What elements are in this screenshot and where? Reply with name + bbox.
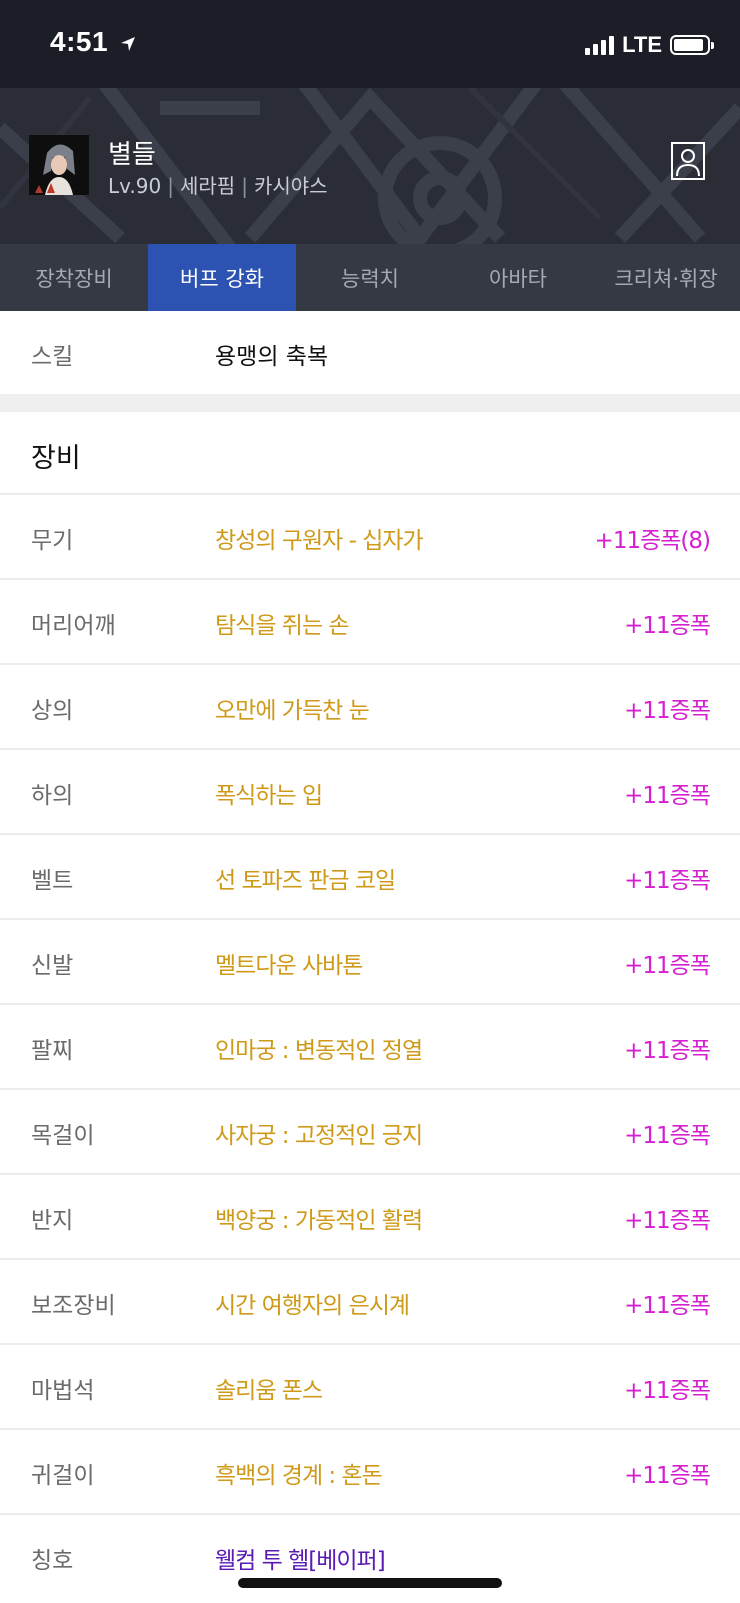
list-item[interactable]: 귀걸이 흑백의 경계 : 혼돈 +11증폭 <box>0 1430 740 1515</box>
character-server: 카시야스 <box>253 174 328 198</box>
equip-slot-label: 무기 <box>31 528 74 554</box>
list-item[interactable]: 반지 백양궁 : 가동적인 활력 +11증폭 <box>0 1175 740 1260</box>
equip-enhance-level: +11증폭 <box>624 1293 711 1319</box>
skill-label: 스킬 <box>31 344 74 370</box>
section-title: 장비 <box>31 443 81 474</box>
equip-enhance-level: +11증폭 <box>624 613 711 639</box>
equip-item-name: 멜트다운 사바톤 <box>215 953 363 979</box>
equip-item-name: 창성의 구원자 - 십자가 <box>215 528 424 554</box>
equip-slot-label: 신발 <box>31 953 74 979</box>
equip-item-name: 탐식을 쥐는 손 <box>215 613 350 639</box>
equip-item-name: 솔리움 폰스 <box>215 1378 323 1404</box>
home-indicator[interactable] <box>238 1578 502 1588</box>
equip-slot-label: 마법석 <box>31 1378 95 1404</box>
person-icon-button[interactable] <box>671 142 705 180</box>
equip-slot-label: 머리어깨 <box>31 613 116 639</box>
character-header: 별들 Lv.90 | 세라핌 | 카시야스 <box>0 88 740 244</box>
equip-enhance-level: +11증폭 <box>624 783 711 809</box>
meta-separator: | <box>167 174 174 198</box>
tab-equipment[interactable]: 장착장비 <box>0 244 148 311</box>
equip-slot-label: 보조장비 <box>31 1293 116 1319</box>
tab-avatar[interactable]: 아바타 <box>444 244 592 311</box>
section-divider <box>0 394 740 412</box>
tab-bar: 장착장비 버프 강화 능력치 아바타 크리쳐·휘장 <box>0 244 740 311</box>
equip-enhance-level: +11증폭 <box>624 698 711 724</box>
equip-slot-label: 귀걸이 <box>31 1463 95 1489</box>
equip-enhance-level: +11증폭(8) <box>594 528 711 554</box>
list-item[interactable]: 팔찌 인마궁 : 변동적인 정열 +11증폭 <box>0 1005 740 1090</box>
cell-signal-icon <box>585 35 615 55</box>
equip-item-name: 사자궁 : 고정적인 긍지 <box>215 1123 423 1149</box>
list-item[interactable]: 신발 멜트다운 사바톤 +11증폭 <box>0 920 740 1005</box>
status-time: 4:51 <box>50 26 109 57</box>
equip-item-name: 선 토파즈 판금 코일 <box>215 868 396 894</box>
equip-enhance-level: +11증폭 <box>624 1038 711 1064</box>
battery-level-fill <box>674 39 703 51</box>
equip-enhance-level: +11증폭 <box>624 868 711 894</box>
avatar[interactable] <box>29 135 89 195</box>
equipment-list: 무기 창성의 구원자 - 십자가 +11증폭(8) 머리어깨 탐식을 쥐는 손 … <box>0 495 740 1600</box>
tab-buff-enhance[interactable]: 버프 강화 <box>148 244 296 311</box>
equipment-section-header: 장비 <box>0 412 740 495</box>
equip-slot-label: 목걸이 <box>31 1123 95 1149</box>
list-item[interactable]: 목걸이 사자궁 : 고정적인 긍지 +11증폭 <box>0 1090 740 1175</box>
list-item[interactable]: 머리어깨 탐식을 쥐는 손 +11증폭 <box>0 580 740 665</box>
battery-icon <box>670 35 714 55</box>
network-type: LTE <box>622 32 662 57</box>
equip-item-name: 백양궁 : 가동적인 활력 <box>215 1208 423 1234</box>
equip-item-name: 폭식하는 입 <box>215 783 323 809</box>
character-name: 별들 <box>108 140 156 170</box>
equip-enhance-level: +11증폭 <box>624 1463 711 1489</box>
list-item[interactable]: 벨트 선 토파즈 판금 코일 +11증폭 <box>0 835 740 920</box>
skill-row: 스킬 용맹의 축복 <box>0 311 740 394</box>
equip-enhance-level: +11증폭 <box>624 1378 711 1404</box>
tab-stats[interactable]: 능력치 <box>296 244 444 311</box>
list-item[interactable]: 하의 폭식하는 입 +11증폭 <box>0 750 740 835</box>
equip-item-name: 시간 여행자의 은시계 <box>215 1293 410 1319</box>
status-bar: 4:51 LTE <box>0 0 740 88</box>
list-item[interactable]: 보조장비 시간 여행자의 은시계 +11증폭 <box>0 1260 740 1345</box>
equip-slot-label: 반지 <box>31 1208 74 1234</box>
equip-slot-label: 팔찌 <box>31 1038 74 1064</box>
meta-separator: | <box>241 174 248 198</box>
equip-slot-label: 상의 <box>31 698 74 724</box>
character-class: 세라핌 <box>179 174 236 198</box>
equip-slot-label: 칭호 <box>31 1548 74 1574</box>
equip-enhance-level: +11증폭 <box>624 1208 711 1234</box>
list-item[interactable]: 상의 오만에 가득찬 눈 +11증폭 <box>0 665 740 750</box>
equip-item-name: 인마궁 : 변동적인 정열 <box>215 1038 423 1064</box>
status-indicators: LTE <box>585 32 714 58</box>
equip-slot-label: 벨트 <box>31 868 74 894</box>
location-arrow-icon <box>120 36 136 56</box>
equip-enhance-level: +11증폭 <box>624 953 711 979</box>
tab-creature-emblem[interactable]: 크리쳐·휘장 <box>592 244 740 311</box>
character-meta: Lv.90 | 세라핌 | 카시야스 <box>108 170 328 199</box>
equip-enhance-level: +11증폭 <box>624 1123 711 1149</box>
equip-slot-label: 하의 <box>31 783 74 809</box>
equip-item-name: 오만에 가득찬 눈 <box>215 698 370 724</box>
equip-item-name: 웰컴 투 헬[베이퍼] <box>215 1548 386 1574</box>
equip-item-name: 흑백의 경계 : 혼돈 <box>215 1463 383 1489</box>
character-level: Lv.90 <box>108 174 162 198</box>
list-item[interactable]: 무기 창성의 구원자 - 십자가 +11증폭(8) <box>0 495 740 580</box>
skill-value: 용맹의 축복 <box>215 344 329 370</box>
list-item[interactable]: 마법석 솔리움 폰스 +11증폭 <box>0 1345 740 1430</box>
